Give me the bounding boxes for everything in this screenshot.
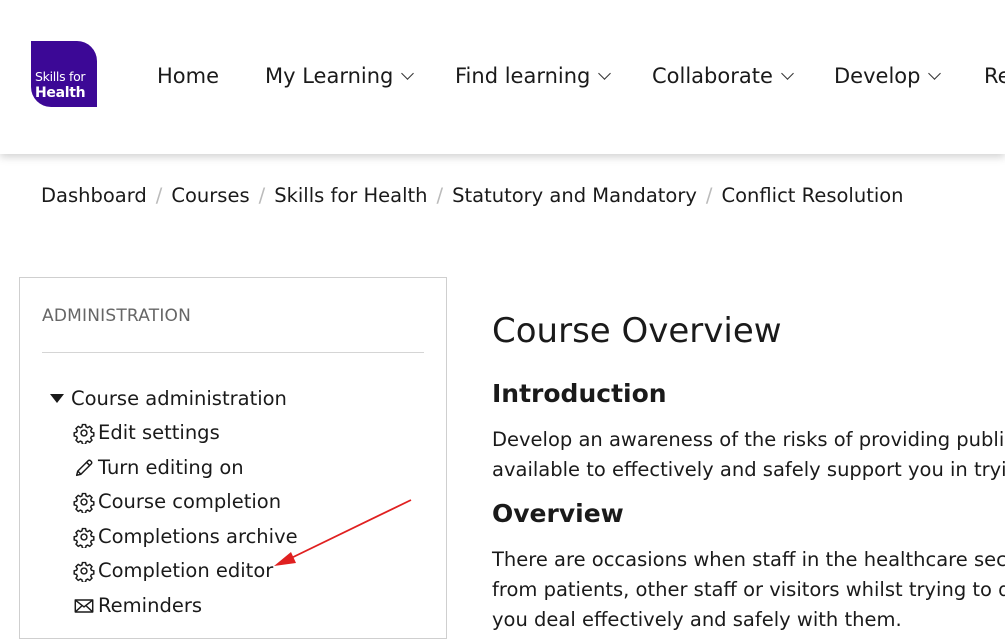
chevron-down-icon	[781, 67, 794, 80]
nav-find-learning-label: Find learning	[455, 64, 591, 88]
gear-icon	[73, 526, 95, 548]
overview-heading: Overview	[492, 499, 624, 528]
overview-text-line: There are occasions when staff in the he…	[492, 548, 1005, 571]
caret-down-icon	[50, 394, 64, 403]
nav-my-learning[interactable]: My Learning	[265, 62, 415, 90]
breadcrumb: Dashboard / Courses / Skills for Health / Stat…	[41, 182, 904, 210]
chevron-down-icon	[928, 67, 942, 80]
gear-icon	[73, 491, 95, 513]
nav-develop-label: Develop	[834, 64, 921, 88]
course-administration-toggle[interactable]: Course administration	[50, 386, 287, 412]
nav-reports-truncated[interactable]: Re	[984, 62, 1005, 90]
chevron-down-icon	[401, 67, 415, 80]
nav-home[interactable]: Home	[157, 62, 219, 90]
skills-for-health-logo[interactable]: Skills for Health	[31, 41, 97, 107]
nav-home-label: Home	[157, 64, 220, 88]
gear-icon	[73, 560, 95, 582]
page-title: Course Overview	[492, 311, 782, 351]
course-completion-link[interactable]: Course completion	[73, 489, 281, 515]
breadcrumb-conflict-resolution[interactable]: Conflict Resolution	[721, 184, 903, 207]
nav-develop[interactable]: Develop	[834, 62, 942, 90]
pencil-icon	[73, 457, 95, 479]
gear-icon	[73, 422, 95, 444]
breadcrumb-dashboard[interactable]: Dashboard	[41, 184, 147, 207]
turn-editing-on-link[interactable]: Turn editing on	[73, 455, 244, 481]
site-header: Skills for Health Home My Learning Find …	[0, 0, 1005, 154]
course-administration-label: Course administration	[71, 387, 287, 410]
overview-text-line: you deal effectively and safely with the…	[492, 608, 902, 631]
introduction-text-line: Develop an awareness of the risks of pro…	[492, 428, 1005, 451]
completion-editor-label: Completion editor	[98, 559, 274, 582]
completion-editor-link[interactable]: Completion editor	[73, 558, 273, 584]
breadcrumb-skills-for-health[interactable]: Skills for Health	[274, 184, 427, 207]
edit-settings-label: Edit settings	[98, 421, 220, 444]
reminders-label: Reminders	[98, 594, 202, 617]
reminders-link[interactable]: Reminders	[73, 593, 202, 619]
breadcrumb-separator: /	[436, 184, 444, 207]
introduction-text-line: available to effectively and safely supp…	[492, 458, 1005, 481]
divider	[42, 352, 424, 353]
breadcrumb-separator: /	[155, 184, 163, 207]
nav-collaborate-label: Collaborate	[652, 64, 773, 88]
chevron-down-icon	[598, 67, 612, 80]
nav-collaborate[interactable]: Collaborate	[652, 62, 794, 90]
breadcrumb-separator: /	[258, 184, 266, 207]
breadcrumb-statutory-mandatory[interactable]: Statutory and Mandatory	[452, 184, 697, 207]
completions-archive-label: Completions archive	[98, 525, 298, 548]
logo-line-1: Skills for	[35, 69, 86, 84]
nav-find-learning[interactable]: Find learning	[455, 62, 612, 90]
breadcrumb-separator: /	[705, 184, 713, 207]
envelope-icon	[73, 595, 95, 617]
nav-my-learning-label: My Learning	[265, 64, 394, 88]
course-completion-label: Course completion	[98, 490, 282, 513]
overview-text-line: from patients, other staff or visitors w…	[492, 578, 1005, 601]
administration-block: ADMINISTRATION Course administration Edi…	[19, 277, 447, 639]
introduction-heading: Introduction	[492, 379, 667, 408]
administration-title: ADMINISTRATION	[42, 306, 192, 326]
breadcrumb-courses[interactable]: Courses	[171, 184, 249, 207]
turn-editing-on-label: Turn editing on	[98, 456, 244, 479]
nav-reports-label: Re	[984, 64, 1005, 88]
edit-settings-link[interactable]: Edit settings	[73, 420, 220, 446]
completions-archive-link[interactable]: Completions archive	[73, 524, 298, 550]
logo-line-2: Health	[35, 85, 86, 101]
